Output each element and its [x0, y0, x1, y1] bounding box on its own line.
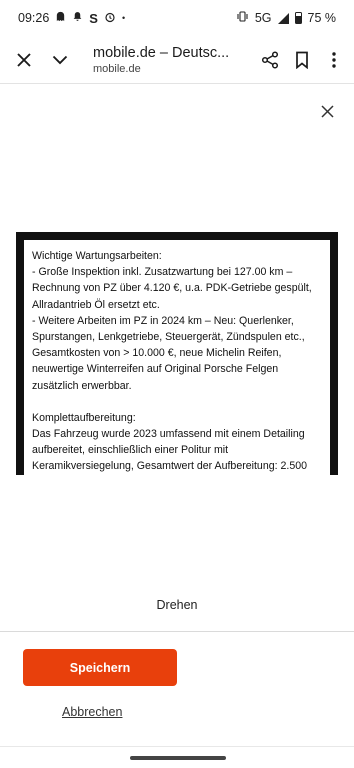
- signal-icon: [277, 12, 289, 24]
- text-paragraph-detailing: Komplettaufbereitung: Das Fahrzeug wurde…: [32, 410, 322, 475]
- chevron-down-icon: [52, 55, 68, 64]
- battery-level: 75 %: [307, 11, 337, 25]
- alarm-icon: [104, 11, 116, 26]
- browser-toolbar: mobile.de – Deutsc... mobile.de: [0, 36, 354, 84]
- text-line: Das Fahrzeug wurde 2023 umfassend mit ei…: [32, 428, 305, 441]
- save-button[interactable]: Speichern: [23, 649, 177, 686]
- more-menu-button[interactable]: [318, 43, 350, 77]
- image-preview: Wichtige Wartungsarbeiten: - Große Inspe…: [16, 232, 338, 475]
- share-button[interactable]: [254, 43, 286, 77]
- toolbar-actions: [254, 43, 350, 77]
- text-line: aufbereitet, einschließlich einer Politu…: [32, 444, 229, 457]
- text-line: Rechnung von PZ über 4.120 €, u.a. PDK-G…: [32, 282, 312, 295]
- text-line: Gesamtkosten von > 10.000 €, neue Michel…: [32, 347, 282, 360]
- status-bar-right: 5G 75 %: [236, 11, 336, 25]
- gesture-handle[interactable]: [130, 756, 226, 760]
- bell-icon: [72, 11, 83, 25]
- close-icon: [17, 52, 31, 67]
- divider: [0, 631, 354, 632]
- cancel-link[interactable]: Abbrechen: [62, 705, 122, 719]
- image-text: Wichtige Wartungsarbeiten: - Große Inspe…: [32, 248, 322, 475]
- network-type: 5G: [254, 11, 272, 25]
- status-bar-left: 09:26 S •: [18, 11, 125, 26]
- share-icon: [261, 50, 279, 69]
- text-line: Spurstangen, Lenkgetriebe, Steuergerät, …: [32, 331, 305, 344]
- modal-close-button[interactable]: [312, 98, 342, 124]
- more-vert-icon: [332, 51, 336, 68]
- text-line: Wichtige Wartungsarbeiten:: [32, 250, 162, 262]
- ghost-icon: [55, 11, 66, 25]
- rotate-button[interactable]: Drehen: [0, 598, 354, 612]
- status-bar: 09:26 S • 5G 75 %: [0, 0, 354, 36]
- close-icon: [320, 104, 334, 118]
- text-line: - Große Inspektion inkl. Zusatzwartung b…: [32, 266, 293, 279]
- notification-dot: •: [121, 13, 126, 23]
- text-line: zusätzlich erwerbbar.: [32, 379, 132, 392]
- page-domain: mobile.de: [93, 62, 141, 75]
- image-content: Wichtige Wartungsarbeiten: - Große Inspe…: [24, 240, 330, 475]
- clock: 09:26: [18, 11, 50, 25]
- text-line: Allradantrieb Öl ersetzt etc.: [32, 298, 160, 311]
- page-info[interactable]: mobile.de – Deutsc... mobile.de: [93, 45, 243, 75]
- text-line: Keramikversiegelung, Gesamtwert der Aufb…: [32, 460, 307, 473]
- s-app-icon: S: [89, 10, 98, 26]
- text-line: - Weitere Arbeiten im PZ in 2024 km – Ne…: [32, 314, 294, 327]
- bookmark-icon: [296, 51, 308, 69]
- vibrate-icon: [236, 11, 249, 25]
- text-paragraph-maintenance: Wichtige Wartungsarbeiten: - Große Inspe…: [32, 248, 322, 394]
- text-line: neuwertige Winterreifen auf Original Por…: [32, 363, 279, 376]
- text-line: Komplettaufbereitung:: [32, 411, 136, 424]
- bookmark-button[interactable]: [286, 43, 318, 77]
- page-title: mobile.de – Deutsc...: [93, 44, 230, 61]
- close-tab-button[interactable]: [7, 43, 41, 77]
- battery-icon: [294, 12, 302, 24]
- expand-button[interactable]: [43, 43, 77, 77]
